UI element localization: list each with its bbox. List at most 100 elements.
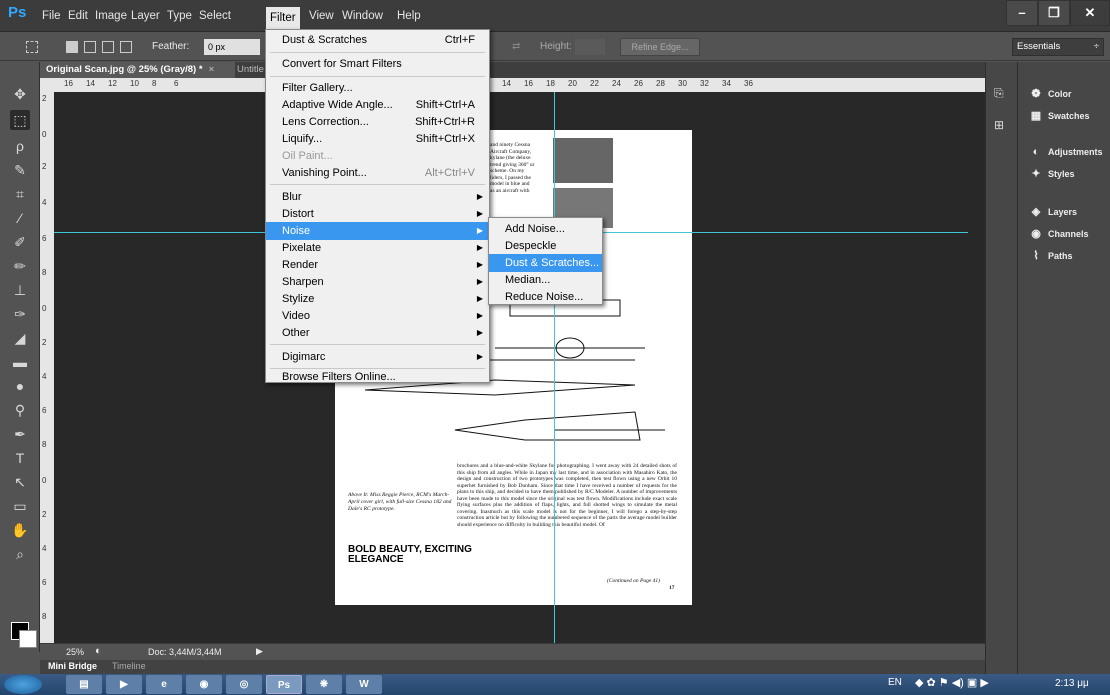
panel-dock-icons: ⎘ ⊞: [985, 62, 1017, 674]
gradient-icon[interactable]: ▬: [10, 352, 30, 372]
photoshop-taskbar-icon[interactable]: Ps: [266, 675, 302, 694]
media-player-icon[interactable]: ▶: [106, 675, 142, 694]
intersect-selection-icon[interactable]: [120, 41, 132, 53]
blur-submenu[interactable]: Blur ▶: [266, 188, 489, 206]
guide-vertical[interactable]: [554, 92, 555, 649]
status-arrow-icon[interactable]: ▶: [256, 646, 263, 657]
dodge-tool-icon[interactable]: ⚲: [10, 400, 30, 420]
panel-color[interactable]: ❁ Color: [1028, 84, 1071, 104]
type-tool-icon[interactable]: T: [10, 448, 30, 468]
menu-file[interactable]: File: [38, 0, 65, 32]
pen-tool-icon[interactable]: ✒: [10, 424, 30, 444]
panel-paths-label: Paths: [1048, 251, 1073, 261]
height-input[interactable]: [575, 39, 605, 55]
stylize-submenu[interactable]: Stylize ▶: [266, 290, 489, 308]
minimize-icon[interactable]: –: [1006, 0, 1038, 26]
firefox-icon[interactable]: ◉: [186, 675, 222, 694]
zoom-level[interactable]: 25%: [66, 647, 84, 657]
filter-gallery[interactable]: Filter Gallery...: [266, 79, 489, 97]
mini-bridge-tab[interactable]: Mini Bridge: [48, 661, 97, 671]
other-submenu[interactable]: Other ▶: [266, 324, 489, 342]
hand-tool-icon[interactable]: ✋: [10, 520, 30, 540]
menu-filter[interactable]: Filter: [266, 7, 300, 29]
menu-view[interactable]: View: [305, 0, 338, 32]
menu-layer[interactable]: Layer: [127, 0, 164, 32]
tray-icons[interactable]: ◆ ✿ ⚑ ◀) ▣ ▶: [915, 676, 989, 689]
blur-tool-icon[interactable]: ●: [10, 376, 30, 396]
median[interactable]: Median...: [489, 271, 602, 289]
menu-help[interactable]: Help: [393, 0, 425, 32]
filter-last-dust-scratches[interactable]: Dust & Scratches Ctrl+F: [266, 31, 489, 49]
timeline-tab[interactable]: Timeline: [112, 661, 146, 671]
document-tab-other[interactable]: Untitle: [237, 62, 264, 78]
close-icon[interactable]: ✕: [1070, 0, 1110, 26]
zoom-tool-icon[interactable]: ⌕: [10, 544, 30, 564]
crop-tool-icon[interactable]: ⌗: [10, 184, 30, 204]
rectangle-tool-icon[interactable]: ▭: [10, 496, 30, 516]
adaptive-wide-angle[interactable]: Adaptive Wide Angle... Shift+Ctrl+A: [266, 96, 489, 114]
quick-select-icon[interactable]: ✎: [10, 160, 30, 180]
panel-swatches[interactable]: ▦ Swatches: [1028, 106, 1090, 126]
dust-and-scratches[interactable]: Dust & Scratches...: [489, 254, 602, 272]
panel-adjustments[interactable]: ◐ Adjustments: [1028, 142, 1103, 162]
menu-shortcut: Shift+Ctrl+X: [415, 133, 475, 145]
language-indicator[interactable]: EN: [888, 677, 902, 688]
chrome-icon[interactable]: ◎: [226, 675, 262, 694]
panel-paths[interactable]: ⌇ Paths: [1028, 246, 1073, 266]
digimarc-submenu[interactable]: Digimarc ▶: [266, 348, 489, 366]
move-tool-icon[interactable]: ✥: [10, 84, 30, 104]
marquee-tool-icon[interactable]: ⬚: [10, 110, 30, 130]
new-selection-icon[interactable]: [66, 41, 78, 53]
word-icon[interactable]: W: [346, 675, 382, 694]
background-color-swatch[interactable]: [19, 630, 37, 648]
ie-icon[interactable]: e: [146, 675, 182, 694]
start-button-icon[interactable]: [4, 675, 42, 694]
brush-tool-icon[interactable]: ✏: [10, 256, 30, 276]
lasso-tool-icon[interactable]: ρ: [10, 136, 30, 156]
convert-smart-filters[interactable]: Convert for Smart Filters: [266, 55, 489, 73]
lens-correction[interactable]: Lens Correction... Shift+Ctrl+R: [266, 113, 489, 131]
document-tab-active[interactable]: Original Scan.jpg @ 25% (Gray/8) * ×: [40, 62, 235, 78]
eyedropper-icon[interactable]: ⁄: [10, 208, 30, 228]
menu-image[interactable]: Image: [91, 0, 131, 32]
path-select-icon[interactable]: ↖: [10, 472, 30, 492]
subtract-selection-icon[interactable]: [102, 41, 114, 53]
eraser-icon[interactable]: ◢: [10, 328, 30, 348]
liquify[interactable]: Liquify... Shift+Ctrl+X: [266, 130, 489, 148]
browse-filters-online[interactable]: Browse Filters Online...: [266, 368, 489, 386]
panel-channels[interactable]: ◉ Channels: [1028, 224, 1088, 244]
restore-icon[interactable]: ❐: [1038, 0, 1070, 26]
tab-close-icon[interactable]: ×: [209, 64, 215, 75]
panel-styles[interactable]: ✦ Styles: [1028, 164, 1074, 184]
noise-submenu[interactable]: Noise ▶: [266, 222, 489, 240]
marquee-tool-icon[interactable]: [26, 41, 38, 53]
sharpen-submenu[interactable]: Sharpen ▶: [266, 273, 489, 291]
clone-stamp-icon[interactable]: ⊥: [10, 280, 30, 300]
properties-icon[interactable]: ⊞: [994, 118, 1004, 132]
healing-brush-icon[interactable]: ✐: [10, 232, 30, 252]
render-submenu[interactable]: Render ▶: [266, 256, 489, 274]
despeckle[interactable]: Despeckle: [489, 237, 602, 255]
menu-window[interactable]: Window: [338, 0, 387, 32]
history-icon[interactable]: ⎘: [994, 86, 1004, 101]
panel-layers[interactable]: ◈ Layers: [1028, 202, 1077, 222]
vanishing-point[interactable]: Vanishing Point... Alt+Ctrl+V: [266, 164, 489, 182]
video-submenu[interactable]: Video ▶: [266, 307, 489, 325]
feather-input[interactable]: 0 px: [204, 39, 260, 55]
distort-submenu[interactable]: Distort ▶: [266, 205, 489, 223]
reduce-noise[interactable]: Reduce Noise...: [489, 288, 602, 306]
add-noise[interactable]: Add Noise...: [489, 220, 602, 238]
menu-edit[interactable]: Edit: [64, 0, 92, 32]
ruler-tick: 6: [42, 234, 47, 243]
workspace-select[interactable]: Essentials ÷: [1012, 38, 1104, 56]
pixelate-submenu[interactable]: Pixelate ▶: [266, 239, 489, 257]
explorer-icon[interactable]: ▤: [66, 675, 102, 694]
app-icon[interactable]: ❋: [306, 675, 342, 694]
status-info-icon[interactable]: ◐: [95, 645, 102, 657]
add-selection-icon[interactable]: [84, 41, 96, 53]
history-brush-icon[interactable]: ✑: [10, 304, 30, 324]
menu-select[interactable]: Select: [195, 0, 235, 32]
menu-type[interactable]: Type: [163, 0, 196, 32]
refine-edge-button[interactable]: Refine Edge...: [620, 38, 700, 56]
clock[interactable]: 2:13 μμ: [1055, 678, 1089, 689]
